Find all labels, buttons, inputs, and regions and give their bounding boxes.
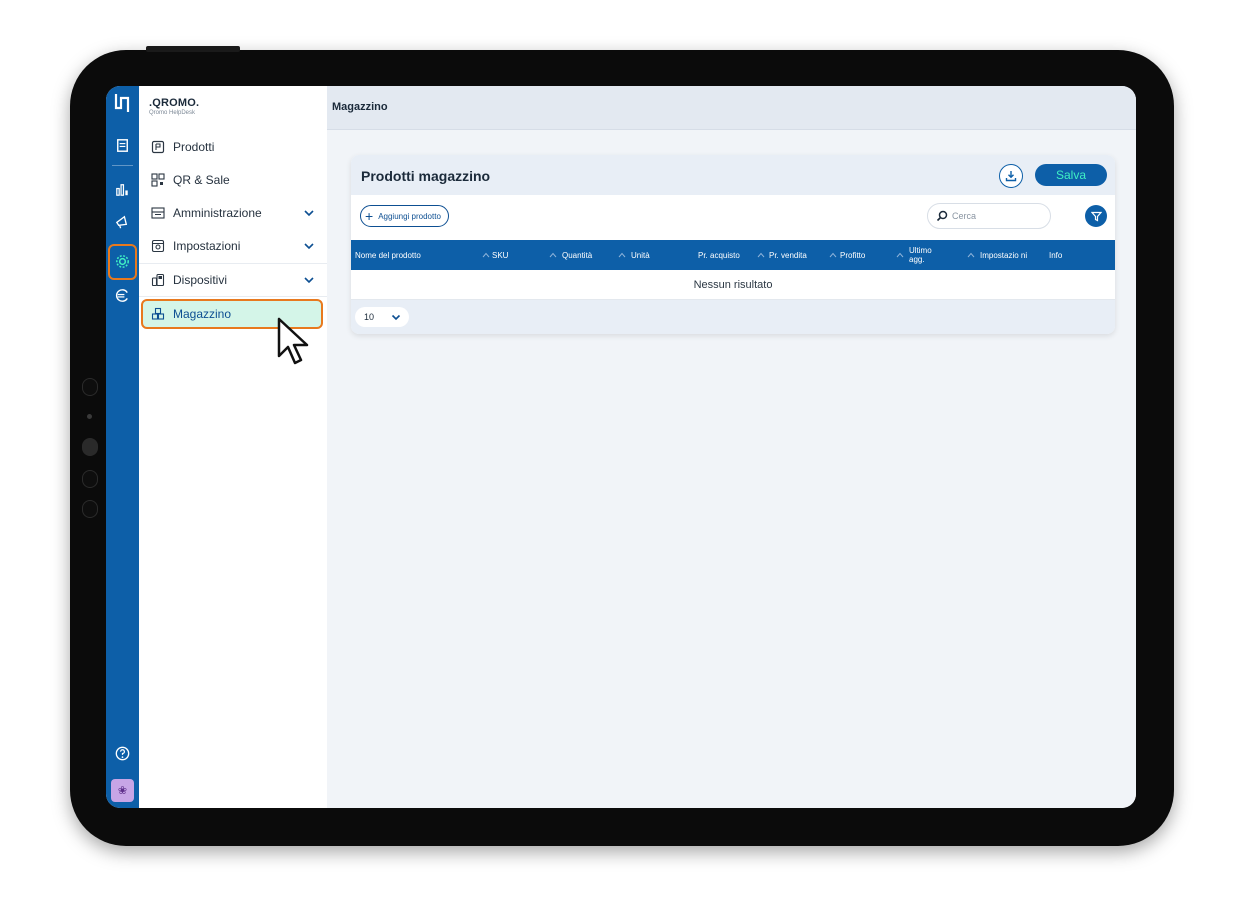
column-label: Pr. vendita xyxy=(769,250,807,260)
column-label: Unità xyxy=(631,250,650,260)
sort-icon[interactable] xyxy=(482,251,490,259)
gear-icon[interactable] xyxy=(113,252,132,271)
help-icon[interactable] xyxy=(113,744,132,763)
top-header: Magazzino xyxy=(327,86,1136,130)
column-label: Quantità xyxy=(562,250,593,260)
sidebar-item-amministrazione[interactable]: Amministrazione xyxy=(139,199,327,227)
tablet-top-button xyxy=(146,46,240,52)
page-title: Magazzino xyxy=(332,101,388,113)
column-header-profitto[interactable]: Profitto xyxy=(840,240,904,270)
sidebar-item-label: Magazzino xyxy=(173,307,232,321)
sort-icon[interactable] xyxy=(829,251,837,259)
sidebar-menu: .QROMO. Qromo HelpDesk Prodotti QR & Sal… xyxy=(139,86,328,808)
register-icon xyxy=(151,207,165,219)
page-size-value: 10 xyxy=(364,312,375,322)
search-input[interactable]: Cerca xyxy=(927,203,1051,229)
brand-name: .QROMO. xyxy=(149,97,200,109)
filter-button[interactable] xyxy=(1085,205,1107,227)
sidebar-item-dispositivi[interactable]: Dispositivi xyxy=(139,266,327,294)
column-label: Ultimo agg. xyxy=(909,246,932,264)
tablet-side-button xyxy=(82,500,98,518)
sort-icon[interactable] xyxy=(967,251,975,259)
settings-drawer-icon xyxy=(151,239,165,253)
column-header-impostazioni[interactable]: Impostazio ni xyxy=(980,240,1040,270)
column-label: Profitto xyxy=(840,250,866,260)
plus-icon: + xyxy=(365,208,374,224)
chevron-down-icon[interactable] xyxy=(303,274,315,286)
sidebar-item-label: Prodotti xyxy=(173,140,215,154)
tablet-side-dot xyxy=(87,414,92,419)
main-content: Prodotti magazzino Salva + Aggiungi prod… xyxy=(327,130,1136,808)
column-label: Impostazio ni xyxy=(980,250,1028,260)
column-header-nome[interactable]: Nome del prodotto xyxy=(355,240,490,270)
sort-icon[interactable] xyxy=(757,251,765,259)
table-header: Nome del prodotto SKU Quantità Unità Pr.… xyxy=(351,240,1115,270)
column-label: SKU xyxy=(492,250,509,260)
tablet-side-button xyxy=(82,378,98,396)
product-box-icon xyxy=(151,140,165,154)
qromo-logo-icon[interactable] xyxy=(111,92,133,114)
sidebar-item-label: QR & Sale xyxy=(173,173,230,187)
megaphone-icon[interactable] xyxy=(113,212,132,231)
chevron-down-icon[interactable] xyxy=(303,240,315,252)
sidebar-item-impostazioni[interactable]: Impostazioni xyxy=(139,232,327,260)
save-button[interactable]: Salva xyxy=(1035,164,1107,186)
rail-divider xyxy=(112,165,133,166)
sidebar-item-prodotti[interactable]: Prodotti xyxy=(139,133,327,161)
filter-icon xyxy=(1090,211,1102,221)
column-header-ultimo-agg[interactable]: Ultimo agg. xyxy=(909,240,975,270)
add-product-label: Aggiungi prodotto xyxy=(378,211,441,221)
sidebar-item-label: Dispositivi xyxy=(173,273,228,287)
icon-rail: ❀ xyxy=(106,86,139,808)
column-label: Info xyxy=(1049,250,1063,260)
add-product-button[interactable]: + Aggiungi prodotto xyxy=(360,205,449,227)
sidebar-item-qr-sale[interactable]: QR & Sale xyxy=(139,166,327,194)
menu-divider xyxy=(139,296,327,297)
column-header-pr-acquisto[interactable]: Pr. acquisto xyxy=(698,240,765,270)
brand-subtitle: Qromo HelpDesk xyxy=(149,110,196,116)
search-placeholder: Cerca xyxy=(952,211,977,221)
app-screen: ❀ .QROMO. Qromo HelpDesk Prodotti QR & S… xyxy=(106,86,1136,808)
bar-chart-icon[interactable] xyxy=(113,180,132,199)
mouse-cursor-icon xyxy=(277,317,309,365)
card-header: Prodotti magazzino Salva xyxy=(351,155,1115,195)
sidebar-item-label: Impostazioni xyxy=(173,239,241,253)
download-button[interactable] xyxy=(999,164,1023,188)
column-header-info[interactable]: Info xyxy=(1049,240,1089,270)
warehouse-card: Prodotti magazzino Salva + Aggiungi prod… xyxy=(351,155,1115,334)
menu-divider xyxy=(139,263,327,264)
brand: .QROMO. Qromo HelpDesk xyxy=(149,97,199,116)
column-header-unita[interactable]: Unità xyxy=(631,240,691,270)
sidebar-item-label: Amministrazione xyxy=(173,206,262,220)
page-size-select[interactable]: 10 xyxy=(355,307,409,327)
column-header-quantita[interactable]: Quantità xyxy=(562,240,626,270)
empty-state: Nessun risultato xyxy=(351,270,1115,300)
table-footer: 10 xyxy=(351,300,1115,334)
tablet-side-button xyxy=(82,470,98,488)
card-title: Prodotti magazzino xyxy=(361,168,491,184)
column-header-sku[interactable]: SKU xyxy=(492,240,557,270)
avatar[interactable]: ❀ xyxy=(111,779,134,802)
tablet-side-button xyxy=(82,438,98,456)
chevron-down-icon xyxy=(391,314,401,321)
column-label: Pr. acquisto xyxy=(698,250,740,260)
warehouse-icon xyxy=(151,307,165,320)
chevron-down-icon[interactable] xyxy=(303,207,315,219)
column-label: Nome del prodotto xyxy=(355,250,421,260)
qr-code-icon xyxy=(151,173,165,187)
search-icon xyxy=(936,210,948,222)
sort-icon[interactable] xyxy=(618,251,626,259)
download-icon xyxy=(1005,171,1017,182)
sort-icon[interactable] xyxy=(896,251,904,259)
receipt-icon[interactable] xyxy=(113,136,132,155)
euro-sync-icon[interactable] xyxy=(113,286,132,305)
devices-icon xyxy=(151,273,165,287)
sort-icon[interactable] xyxy=(549,251,557,259)
column-header-pr-vendita[interactable]: Pr. vendita xyxy=(769,240,837,270)
